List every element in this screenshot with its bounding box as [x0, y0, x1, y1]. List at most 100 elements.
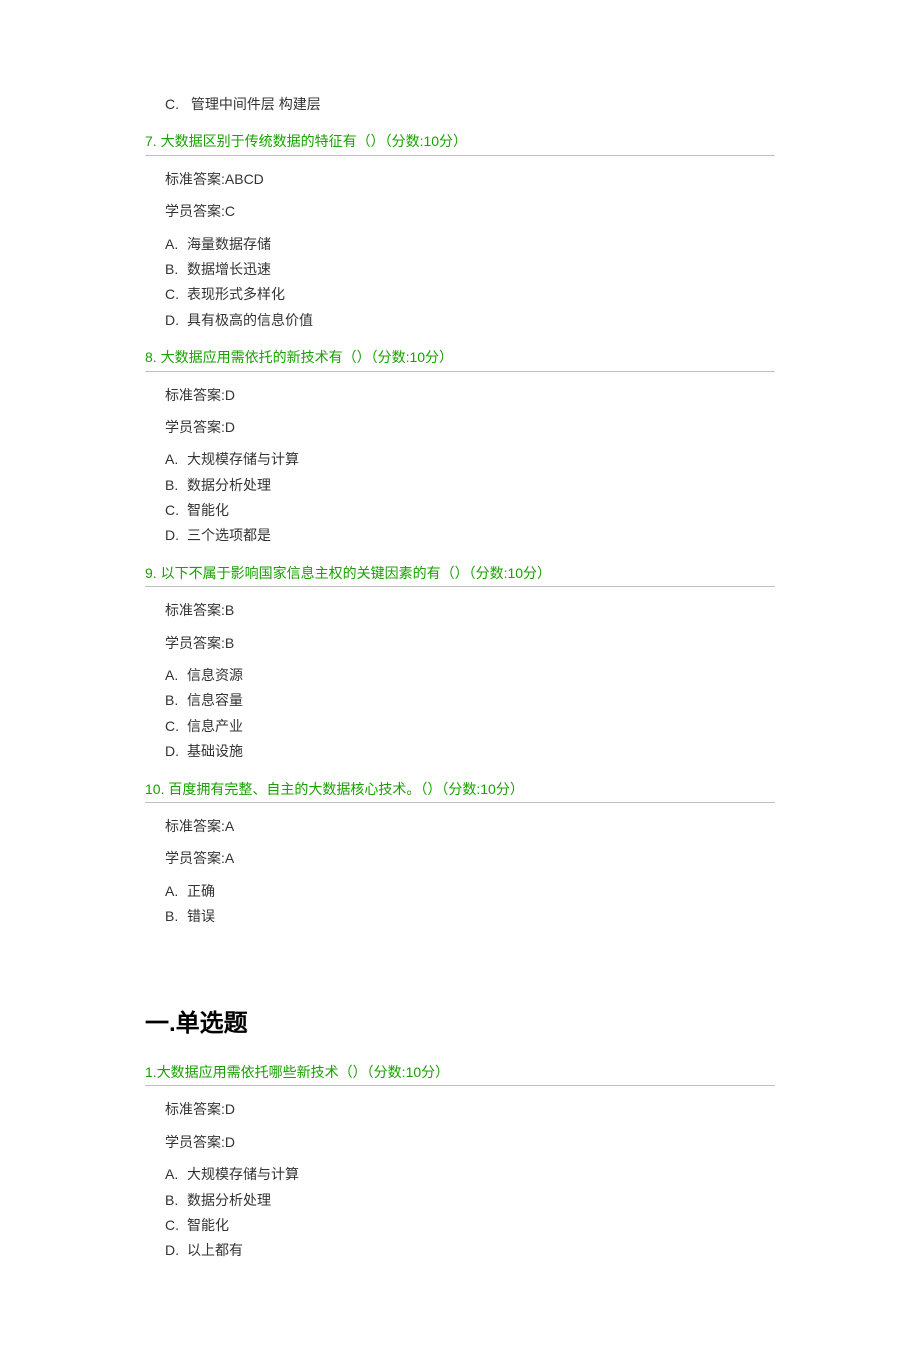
- student-answer-value: C: [225, 203, 235, 219]
- standard-answer-value: D: [225, 387, 235, 403]
- question-number: 1.: [145, 1064, 157, 1080]
- option: C.表现形式多样化: [165, 283, 775, 305]
- question-title: 10. 百度拥有完整、自主的大数据核心技术。（）（分数:10分）: [145, 778, 775, 803]
- question-body: 标准答案:ABCD 学员答案:C A.海量数据存储 B.数据增长迅速 C.表现形…: [145, 156, 775, 338]
- option-letter: C.: [165, 499, 187, 521]
- question-number: 7.: [145, 133, 157, 149]
- question-text: 大数据应用需依托的新技术有（）（分数:10分）: [161, 349, 453, 365]
- question-title: 8. 大数据应用需依托的新技术有（）（分数:10分）: [145, 346, 775, 371]
- option: B.错误: [165, 905, 775, 927]
- standard-answer: 标准答案:ABCD: [165, 168, 775, 190]
- standard-answer-value: D: [225, 1101, 235, 1117]
- option-text: 数据增长迅速: [187, 261, 271, 277]
- option-letter: B.: [165, 905, 187, 927]
- option-letter: A.: [165, 664, 187, 686]
- option: D.基础设施: [165, 740, 775, 762]
- standard-answer: 标准答案:B: [165, 599, 775, 621]
- question-body: C. 管理中间件层 构建层: [145, 93, 775, 122]
- option-letter: B.: [165, 1189, 187, 1211]
- student-answer: 学员答案:C: [165, 200, 775, 222]
- option-text: 智能化: [187, 502, 229, 518]
- option-text: 三个选项都是: [187, 527, 271, 543]
- option: D.三个选项都是: [165, 524, 775, 546]
- option-letter: B.: [165, 474, 187, 496]
- option: A.大规模存储与计算: [165, 1163, 775, 1185]
- option-text: 错误: [187, 908, 215, 924]
- standard-answer: 标准答案:A: [165, 815, 775, 837]
- student-answer-label: 学员答案:: [165, 203, 225, 219]
- student-answer-label: 学员答案:: [165, 419, 225, 435]
- option-letter: D.: [165, 740, 187, 762]
- option-letter: A.: [165, 448, 187, 470]
- option-letter: B.: [165, 258, 187, 280]
- question-number: 10.: [145, 781, 164, 797]
- option: A.信息资源: [165, 664, 775, 686]
- standard-answer: 标准答案:D: [165, 384, 775, 406]
- option-letter: D.: [165, 309, 187, 331]
- standard-answer-label: 标准答案:: [165, 602, 225, 618]
- option: A.海量数据存储: [165, 233, 775, 255]
- option-text: 信息产业: [187, 718, 243, 734]
- standard-answer: 标准答案:D: [165, 1098, 775, 1120]
- student-answer: 学员答案:B: [165, 632, 775, 654]
- option-letter: C.: [165, 715, 187, 737]
- option-text: 海量数据存储: [187, 236, 271, 252]
- question-number: 9.: [145, 565, 157, 581]
- question-body: 标准答案:B 学员答案:B A.信息资源 B.信息容量 C.信息产业 D.基础设…: [145, 587, 775, 769]
- student-answer: 学员答案:A: [165, 847, 775, 869]
- option-text: 管理中间件层 构建层: [191, 96, 321, 112]
- option: C. 管理中间件层 构建层: [165, 93, 775, 115]
- option-text: 表现形式多样化: [187, 286, 285, 302]
- option-letter: A.: [165, 1163, 187, 1185]
- standard-answer-value: ABCD: [225, 171, 264, 187]
- option-letter: C.: [165, 1214, 187, 1236]
- option-text: 信息容量: [187, 692, 243, 708]
- option-letter: D.: [165, 1239, 187, 1261]
- student-answer-label: 学员答案:: [165, 1134, 225, 1150]
- option: D.具有极高的信息价值: [165, 309, 775, 331]
- standard-answer-value: B: [225, 602, 234, 618]
- option-letter: B.: [165, 689, 187, 711]
- student-answer-label: 学员答案:: [165, 850, 225, 866]
- option-letter: A.: [165, 233, 187, 255]
- page: C. 管理中间件层 构建层 7. 大数据区别于传统数据的特征有（）（分数:10分…: [0, 0, 920, 1349]
- option-text: 信息资源: [187, 667, 243, 683]
- student-answer: 学员答案:D: [165, 1131, 775, 1153]
- student-answer-label: 学员答案:: [165, 635, 225, 651]
- option: C.智能化: [165, 1214, 775, 1236]
- option: D.以上都有: [165, 1239, 775, 1261]
- question-number: 8.: [145, 349, 157, 365]
- section-heading: 一.单选题: [145, 1005, 775, 1043]
- option-text: 正确: [187, 883, 215, 899]
- option-letter: C.: [165, 93, 187, 115]
- option-text: 大规模存储与计算: [187, 451, 299, 467]
- option-text: 数据分析处理: [187, 1192, 271, 1208]
- option-letter: D.: [165, 524, 187, 546]
- option: B.信息容量: [165, 689, 775, 711]
- question-body: 标准答案:A 学员答案:A A.正确 B.错误: [145, 803, 775, 935]
- question-title: 7. 大数据区别于传统数据的特征有（）（分数:10分）: [145, 130, 775, 155]
- question-title: 9. 以下不属于影响国家信息主权的关键因素的有（）（分数:10分）: [145, 562, 775, 587]
- standard-answer-label: 标准答案:: [165, 1101, 225, 1117]
- option: B.数据增长迅速: [165, 258, 775, 280]
- option-text: 数据分析处理: [187, 477, 271, 493]
- student-answer-value: D: [225, 1134, 235, 1150]
- question-body: 标准答案:D 学员答案:D A.大规模存储与计算 B.数据分析处理 C.智能化 …: [145, 1086, 775, 1268]
- question-title: 1.大数据应用需依托哪些新技术（）（分数:10分）: [145, 1061, 775, 1086]
- option: C.智能化: [165, 499, 775, 521]
- option: B.数据分析处理: [165, 474, 775, 496]
- option-text: 以上都有: [187, 1242, 243, 1258]
- question-text: 百度拥有完整、自主的大数据核心技术。（）（分数:10分）: [168, 781, 523, 797]
- option-text: 智能化: [187, 1217, 229, 1233]
- option-letter: A.: [165, 880, 187, 902]
- question-body: 标准答案:D 学员答案:D A.大规模存储与计算 B.数据分析处理 C.智能化 …: [145, 372, 775, 554]
- option: C.信息产业: [165, 715, 775, 737]
- question-text: 以下不属于影响国家信息主权的关键因素的有（）（分数:10分）: [161, 565, 551, 581]
- option-text: 大规模存储与计算: [187, 1166, 299, 1182]
- standard-answer-label: 标准答案:: [165, 171, 225, 187]
- option-text: 具有极高的信息价值: [187, 312, 313, 328]
- student-answer-value: B: [225, 635, 234, 651]
- option-text: 基础设施: [187, 743, 243, 759]
- option: A.大规模存储与计算: [165, 448, 775, 470]
- standard-answer-value: A: [225, 818, 234, 834]
